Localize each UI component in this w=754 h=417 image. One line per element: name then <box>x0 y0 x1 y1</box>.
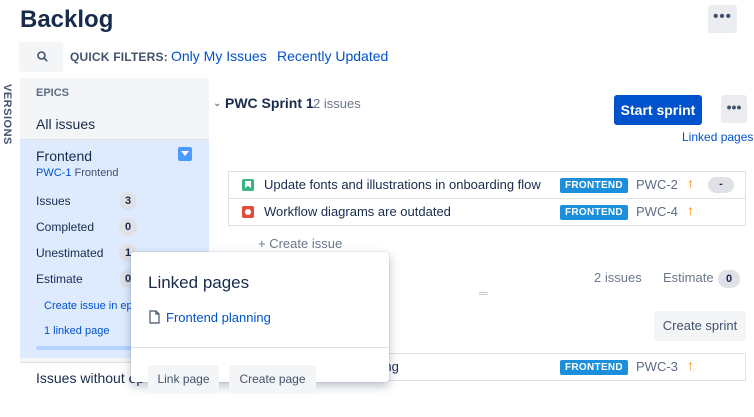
epic-lozenge[interactable]: FRONTEND <box>560 360 628 375</box>
more-actions-button[interactable]: ••• <box>708 5 737 33</box>
stat-issues-label: Issues <box>36 194 71 208</box>
chevron-down-icon[interactable]: ⌄ <box>213 98 221 109</box>
issue-summary: Workflow diagrams are outdated <box>264 204 451 219</box>
epic-dropdown-button[interactable] <box>178 147 192 161</box>
versions-tab[interactable]: VERSIONS <box>0 82 18 148</box>
sprint-name: PWC Sprint 1 <box>225 95 314 111</box>
epic-lozenge[interactable]: FRONTEND <box>560 178 628 193</box>
versions-tab-label: VERSIONS <box>1 84 13 145</box>
sprint-more-button[interactable]: ••• <box>721 95 747 123</box>
backlog-estimate-label: Estimate <box>663 270 714 285</box>
search-icon <box>37 51 48 62</box>
create-page-button[interactable]: Create page <box>229 365 316 393</box>
page-title: Backlog <box>20 6 114 33</box>
divider <box>131 347 389 348</box>
sprint-issue-count: 2 issues <box>313 96 361 111</box>
epic-key[interactable]: PWC-1 Frontend <box>36 167 119 179</box>
page-icon <box>149 310 160 324</box>
search-button[interactable] <box>19 42 63 72</box>
quick-filters-label: QUICK FILTERS: <box>70 50 168 64</box>
create-issue-button[interactable]: + Create issue <box>258 236 342 251</box>
drag-handle[interactable]: ═ <box>479 286 488 300</box>
stat-completed-value: 0 <box>119 218 137 236</box>
linked-page-link[interactable]: 1 linked page <box>44 325 109 337</box>
bug-icon <box>242 206 254 218</box>
epics-heading: EPICS <box>36 87 70 99</box>
issue-summary: Update fonts and illustrations in onboar… <box>264 177 541 192</box>
stat-issues-value: 3 <box>119 192 137 210</box>
start-sprint-button[interactable]: Start sprint <box>614 95 702 125</box>
issues-without-epic-item[interactable]: Issues without ep <box>36 370 144 386</box>
link-page-button[interactable]: Link page <box>148 365 219 393</box>
quick-filter-only-my-issues[interactable]: Only My Issues <box>171 48 267 64</box>
chevron-down-icon <box>181 151 189 156</box>
issue-key[interactable]: PWC-2 <box>636 177 678 192</box>
stat-unestimated-label: Unestimated <box>36 246 104 260</box>
linked-pages-link[interactable]: Linked pages <box>682 130 753 144</box>
create-sprint-button[interactable]: Create sprint <box>654 311 746 341</box>
epic-key-name: Frontend <box>74 167 119 179</box>
epic-name: Frontend <box>36 148 93 164</box>
priority-high-icon: ↑ <box>687 357 694 373</box>
estimate-badge: - <box>708 177 734 193</box>
linked-page-frontend-planning[interactable]: Frontend planning <box>166 310 271 325</box>
story-icon <box>242 179 254 191</box>
epic-key-id: PWC-1 <box>36 167 72 179</box>
backlog-estimate-value: 0 <box>718 270 740 288</box>
epic-lozenge[interactable]: FRONTEND <box>560 205 628 220</box>
issue-row[interactable]: Workflow diagrams are outdated FRONTEND … <box>228 198 746 226</box>
issue-key[interactable]: PWC-4 <box>636 204 678 219</box>
stat-completed-label: Completed <box>36 220 95 234</box>
issue-key[interactable]: PWC-3 <box>636 359 678 374</box>
popup-title: Linked pages <box>148 273 250 292</box>
priority-high-icon: ↑ <box>687 202 694 218</box>
backlog-issue-count: 2 issues <box>594 270 642 285</box>
stat-estimate-label: Estimate <box>36 272 83 286</box>
quick-filter-recently-updated[interactable]: Recently Updated <box>277 48 388 64</box>
issue-row[interactable]: Update fonts and illustrations in onboar… <box>228 171 746 199</box>
priority-high-icon: ↑ <box>687 175 694 191</box>
all-issues-item[interactable]: All issues <box>36 116 95 132</box>
create-issue-in-epic-link[interactable]: Create issue in ep <box>44 300 133 312</box>
